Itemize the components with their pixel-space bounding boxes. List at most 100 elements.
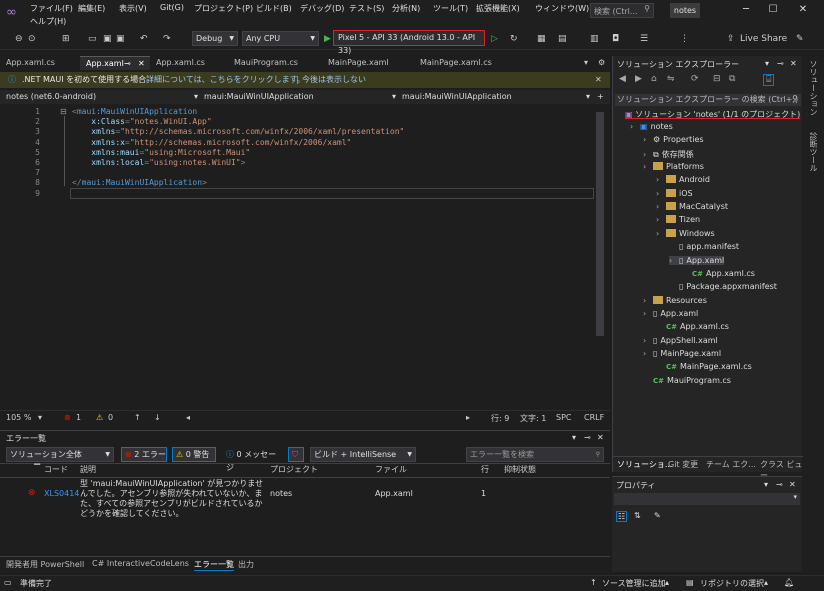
tree-item[interactable]: › ⧉ 依存関係 <box>643 149 694 160</box>
hot-reload-icon[interactable]: ↻ <box>510 31 518 47</box>
expander-icon[interactable]: › <box>630 122 640 131</box>
properties-object-dropdown[interactable]: ▾ <box>614 493 800 505</box>
tree-item[interactable]: › iOS <box>656 188 693 198</box>
type-dropdown[interactable]: maui:MauiWinUIApplication ▾ <box>204 91 398 103</box>
menu-file[interactable]: ファイル(F) <box>30 3 73 14</box>
expander-icon[interactable]: › <box>643 162 653 171</box>
side-tab-diagnostics[interactable]: 診断ツール <box>808 132 819 172</box>
settings-gear-icon[interactable]: ⚙ <box>598 58 605 67</box>
filter-icon[interactable]: ⛉ <box>288 447 304 462</box>
col-sort-icon[interactable]: ▔ <box>34 464 40 473</box>
notifications-icon[interactable]: 🔔︎ <box>784 578 794 587</box>
run-icon[interactable]: ▶ <box>324 31 331 47</box>
menu-edit[interactable]: 編集(E) <box>78 3 105 14</box>
panel-dropdown-icon[interactable]: ▾ <box>764 480 768 489</box>
sort-alpha-icon[interactable]: ⇅ <box>634 511 641 520</box>
pin-icon[interactable]: ⊸ <box>124 57 131 71</box>
expander-icon[interactable]: › <box>643 349 653 358</box>
tree-item[interactable]: › Tizen <box>656 215 700 224</box>
tree-item[interactable]: › ▯ AppShell.xaml <box>643 336 718 345</box>
tab-git-changes[interactable]: Git 変更 <box>668 459 698 470</box>
vertical-scrollbar[interactable] <box>596 112 604 336</box>
tree-item[interactable]: › ⚙ Properties <box>643 135 704 144</box>
close-panel-icon[interactable]: ✕ <box>789 480 796 489</box>
tree-item[interactable]: › ▯ App.xaml <box>643 309 698 318</box>
expander-icon[interactable]: › <box>643 150 653 159</box>
menu-test[interactable]: テスト(S) <box>349 3 384 14</box>
feedback-icon[interactable]: ✎ <box>796 31 804 47</box>
messages-filter-button[interactable]: ⓘ 0 メッセージ <box>222 447 282 472</box>
align-icon[interactable]: ☰ <box>640 31 648 47</box>
col-header-desc[interactable]: 説明 <box>80 464 96 475</box>
forward-icon[interactable]: ⊙ <box>28 31 36 47</box>
tab-solution-explorer[interactable]: ソリューショ... <box>617 459 672 470</box>
tree-item[interactable]: › ▯ MainPage.xaml <box>643 349 721 358</box>
sync-icon[interactable]: ⟳ <box>691 74 699 84</box>
undo-icon[interactable]: ↶ <box>140 31 148 47</box>
menu-extensions[interactable]: 拡張機能(X) <box>476 3 520 14</box>
collapse-icon[interactable]: ⊟ <box>60 107 67 116</box>
menu-tools[interactable]: ツール(T) <box>433 3 468 14</box>
forward-icon[interactable]: ▶ <box>635 74 642 84</box>
close-tab-icon[interactable]: ✕ <box>138 57 145 71</box>
expander-icon[interactable]: › <box>656 202 666 211</box>
tab-team-explorer[interactable]: チーム エク... <box>706 459 756 470</box>
close-icon[interactable]: ✕ <box>792 2 814 18</box>
platform-dropdown[interactable]: Any CPU ▼ <box>242 31 319 46</box>
line-indicator[interactable]: 行: 9 <box>491 413 509 424</box>
col-header-code[interactable]: コード <box>44 464 68 475</box>
close-info-icon[interactable]: ✕ <box>595 72 602 88</box>
expander-icon[interactable]: › <box>643 296 653 305</box>
camera-icon[interactable]: ◘ <box>612 31 619 47</box>
col-header-suppress[interactable]: 抑制状態 <box>504 464 536 475</box>
select-repository[interactable]: リポジトリの選択 <box>700 578 764 589</box>
wrench-icon[interactable]: ✎ <box>654 511 661 520</box>
menu-window[interactable]: ウィンドウ(W) <box>535 3 589 14</box>
menu-analyze[interactable]: 分析(N) <box>392 3 420 14</box>
tab-app-xaml-cs[interactable]: App.xaml.cs <box>0 56 78 70</box>
menu-view[interactable]: 表示(V) <box>119 3 147 14</box>
expander-icon[interactable]: › <box>643 135 653 144</box>
scroll-left-icon[interactable]: ◂ <box>186 413 190 422</box>
close-panel-icon[interactable]: ✕ <box>790 59 797 68</box>
start-without-debug-icon[interactable]: ▷ <box>491 31 498 47</box>
tab-list-icon[interactable]: ▾ <box>584 58 588 67</box>
configuration-dropdown[interactable]: Debug ▼ <box>192 31 238 46</box>
run-target-dropdown[interactable]: Pixel 5 - API 33 (Android 13.0 - API 33) <box>333 30 485 55</box>
tree-item[interactable]: › MacCatalyst <box>656 202 728 211</box>
live-share-button[interactable]: Live Share <box>740 31 787 47</box>
table-row[interactable]: ⊗ XLS0414 型 'maui:MauiWinUIApplication' … <box>0 479 610 518</box>
pin-icon[interactable]: ⊸ <box>584 433 591 442</box>
split-icon[interactable]: + <box>597 91 604 103</box>
menu-build[interactable]: ビルド(B) <box>256 3 292 14</box>
back-icon[interactable]: ◀ <box>619 74 626 84</box>
pin-icon[interactable]: ⊸ <box>777 59 784 68</box>
expander-icon[interactable]: › <box>656 229 666 238</box>
project-dropdown[interactable]: notes (net6.0-android) ▾ <box>6 91 200 103</box>
live-share-icon[interactable]: ⇪ <box>727 31 735 47</box>
zoom-level[interactable]: 105 % <box>6 413 31 422</box>
tree-item[interactable]: ▯ app.manifest <box>669 242 739 251</box>
tab-mauiprogram-cs[interactable]: MauiProgram.cs <box>228 56 320 70</box>
info-dismiss-link[interactable]: 今後は表示しない <box>302 72 366 88</box>
expander-icon[interactable]: › <box>669 256 679 265</box>
tree-item[interactable]: › Android <box>656 175 710 184</box>
categorized-icon[interactable]: ☷ <box>616 511 628 522</box>
up-arrow-icon[interactable]: ↑ <box>134 413 141 422</box>
tree-item[interactable]: › ▯ App.xaml <box>669 255 725 265</box>
col-header-project[interactable]: プロジェクト <box>270 464 318 475</box>
expander-icon[interactable]: › <box>643 336 653 345</box>
member-dropdown[interactable]: maui:MauiWinUIApplication ▾ <box>402 91 592 103</box>
panel-dropdown-icon[interactable]: ▾ <box>572 433 576 442</box>
save-all-icon[interactable]: ▣ <box>116 31 125 47</box>
panel-dropdown-icon[interactable]: ▾ <box>765 59 769 68</box>
back-icon[interactable]: ⊖ <box>15 31 23 47</box>
tab-mainpage-xaml[interactable]: MainPage.xaml <box>322 56 412 70</box>
tab-mainpage-xaml-cs[interactable]: MainPage.xaml.cs <box>414 56 508 70</box>
menu-debug[interactable]: デバッグ(D) <box>300 3 344 14</box>
tab-app-xaml-cs-2[interactable]: App.xaml.cs <box>150 56 228 70</box>
global-search[interactable]: 検索 (Ctrl... ⚲ <box>590 3 654 18</box>
expander-icon[interactable]: › <box>643 309 653 318</box>
tree-item[interactable]: C# App.xaml.cs <box>682 269 755 278</box>
scope-dropdown[interactable]: ソリューション全体 ▼ <box>6 447 114 462</box>
